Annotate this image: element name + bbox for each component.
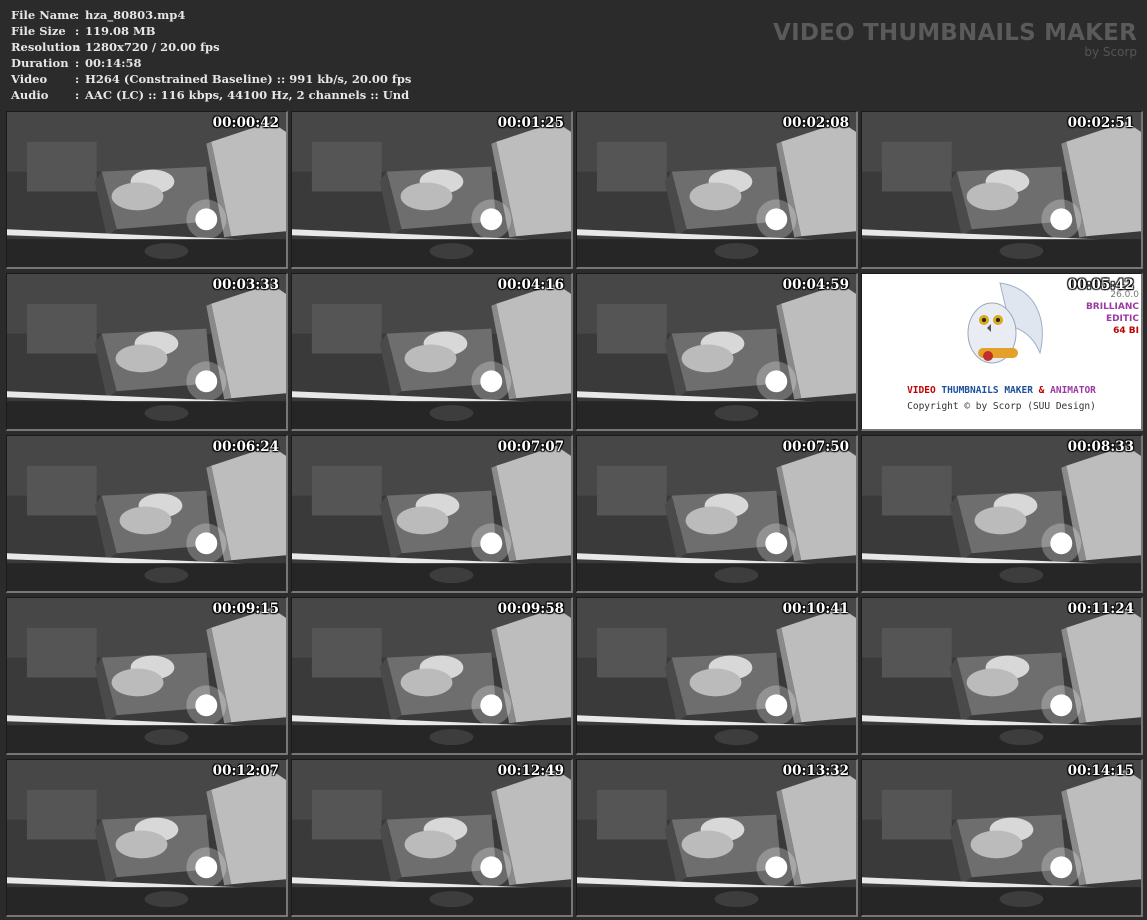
info-key: File Size xyxy=(11,24,66,38)
owl-mascot-icon xyxy=(967,282,1043,364)
thumbnail-timestamp: 00:00:42 xyxy=(212,115,279,131)
video-frame xyxy=(577,760,856,915)
info-separator: : xyxy=(75,40,80,54)
thumbnail-timestamp: 00:02:51 xyxy=(1067,115,1134,131)
thumbnail-timestamp: 00:06:24 xyxy=(212,439,279,455)
info-separator: : xyxy=(75,72,80,86)
info-key: Duration xyxy=(11,56,69,70)
logo-word: & xyxy=(1038,385,1045,396)
video-frame xyxy=(862,436,1141,591)
logo-copyright: Copyright © by Scorp (SUU Design) xyxy=(907,401,1096,412)
video-frame xyxy=(577,436,856,591)
video-frame xyxy=(862,760,1141,915)
file-info-panel: File Name: hza_80803.mp4 File Size:119.08 … xyxy=(11,7,411,103)
info-row: Video: H264 (Constrained Baseline) :: 991… xyxy=(11,71,411,87)
thumbnail-timestamp: 00:09:15 xyxy=(212,601,279,617)
thumbnail-timestamp: 00:01:25 xyxy=(497,115,564,131)
logo-product-name: VIDEO THUMBNAILS MAKER & ANIMATOR xyxy=(862,385,1141,396)
video-frame xyxy=(7,274,286,429)
video-thumbnail[interactable]: 00:14:15 xyxy=(861,759,1143,917)
info-row: Duration:00:14:58 xyxy=(11,55,411,71)
video-frame xyxy=(577,112,856,267)
video-frame xyxy=(292,760,571,915)
video-frame xyxy=(292,112,571,267)
video-frame xyxy=(862,112,1141,267)
info-separator: : xyxy=(75,24,80,38)
video-thumbnail[interactable]: 00:09:15 xyxy=(6,597,288,755)
info-value: 00:14:58 xyxy=(85,56,142,70)
info-separator: : xyxy=(75,88,80,102)
brand-title: VIDEO THUMBNAILS MAKER xyxy=(773,20,1137,46)
thumbnail-timestamp: 00:12:49 xyxy=(497,763,564,779)
thumbnail-timestamp: 00:09:58 xyxy=(497,601,564,617)
video-frame xyxy=(7,760,286,915)
thumbnail-timestamp: 00:07:07 xyxy=(497,439,564,455)
video-frame xyxy=(7,436,286,591)
thumbnail-timestamp: 00:13:32 xyxy=(782,763,849,779)
info-value: 1280x720 / 20.00 fps xyxy=(85,40,220,54)
edition-line: EDITIC xyxy=(1105,314,1139,324)
video-thumbnail[interactable]: 00:12:49 xyxy=(291,759,573,917)
info-value: hza_80803.mp4 xyxy=(85,8,186,22)
video-thumbnail[interactable]: 00:10:41 xyxy=(576,597,858,755)
logo-word: VIDEO xyxy=(907,385,936,396)
info-separator: : xyxy=(75,56,80,70)
video-thumbnail[interactable]: 00:04:16 xyxy=(291,273,573,431)
edition-line: BRILLIANC xyxy=(1085,302,1139,312)
thumbnail-timestamp: 00:04:59 xyxy=(782,277,849,293)
info-key: Audio xyxy=(11,88,49,102)
video-frame xyxy=(577,274,856,429)
brand-watermark: VIDEO THUMBNAILS MAKER by Scorp xyxy=(773,20,1137,58)
info-row: File Size:119.08 MB xyxy=(11,23,411,39)
video-frame xyxy=(577,598,856,753)
thumbnail-timestamp: 00:03:33 xyxy=(212,277,279,293)
logo-word: ANIMATOR xyxy=(1050,385,1096,396)
video-thumbnail[interactable]: 00:02:08 xyxy=(576,111,858,269)
info-row: File Name: hza_80803.mp4 xyxy=(11,7,411,23)
info-value: AAC (LC) :: 116 kbps, 44100 Hz, 2 channe… xyxy=(85,88,410,102)
arch-line: 64 BI xyxy=(1113,326,1139,336)
info-key: Resolution xyxy=(11,40,81,54)
video-thumbnail[interactable]: 00:01:25 xyxy=(291,111,573,269)
video-frame xyxy=(7,112,286,267)
info-value: 119.08 MB xyxy=(85,24,156,38)
video-thumbnail[interactable]: 00:00:42 xyxy=(6,111,288,269)
video-thumbnail[interactable]: 00:11:24 xyxy=(861,597,1143,755)
video-frame xyxy=(292,436,571,591)
video-thumbnail[interactable]: 00:13:32 xyxy=(576,759,858,917)
thumbnail-timestamp: 00:14:15 xyxy=(1067,763,1134,779)
brand-subtitle: by Scorp xyxy=(1084,45,1137,59)
logo-word: THUMBNAILS MAKER xyxy=(941,385,1033,396)
video-thumbnail[interactable]: 00:07:07 xyxy=(291,435,573,593)
video-thumbnail[interactable]: 00:04:59 xyxy=(576,273,858,431)
info-row: Resolution:1280x720 / 20.00 fps xyxy=(11,39,411,55)
thumbnail-timestamp: 00:12:07 xyxy=(212,763,279,779)
video-frame xyxy=(292,274,571,429)
video-thumbnail[interactable]: 00:08:33 xyxy=(861,435,1143,593)
thumbnail-timestamp: 00:08:33 xyxy=(1067,439,1134,455)
video-thumbnail[interactable]: 00:07:50 xyxy=(576,435,858,593)
video-frame xyxy=(7,598,286,753)
thumbnail-grid: 00:00:42 00:01:25 00:02:08 00:02:51 00:0… xyxy=(6,111,1143,917)
info-separator: : xyxy=(75,8,80,22)
video-thumbnail[interactable]: 00:03:33 xyxy=(6,273,288,431)
logo-thumbnail[interactable]: 26.0.0 BRILLIANC EDITIC 64 BI VIDEO THUM… xyxy=(861,273,1143,431)
thumbnail-timestamp: 00:07:50 xyxy=(782,439,849,455)
info-value: H264 (Constrained Baseline) :: 991 kb/s,… xyxy=(85,72,412,86)
info-key: Video xyxy=(11,72,48,86)
video-thumbnail[interactable]: 00:06:24 xyxy=(6,435,288,593)
video-thumbnail[interactable]: 00:02:51 xyxy=(861,111,1143,269)
info-key: File Name xyxy=(11,8,77,22)
video-thumbnail[interactable]: 00:12:07 xyxy=(6,759,288,917)
info-row: Audio: AAC (LC) :: 116 kbps, 44100 Hz, 2 … xyxy=(11,87,411,103)
thumbnail-timestamp: 00:04:16 xyxy=(497,277,564,293)
thumbnail-timestamp: 00:02:08 xyxy=(782,115,849,131)
thumbnail-timestamp: 00:11:24 xyxy=(1067,601,1134,617)
thumbnail-timestamp: 00:05:42 xyxy=(1067,277,1134,293)
thumbnail-timestamp: 00:10:41 xyxy=(782,601,849,617)
video-frame xyxy=(292,598,571,753)
video-frame xyxy=(862,598,1141,753)
video-thumbnail[interactable]: 00:09:58 xyxy=(291,597,573,755)
version-text: 26.0.0 BRILLIANC EDITIC 64 BI xyxy=(1086,289,1139,337)
